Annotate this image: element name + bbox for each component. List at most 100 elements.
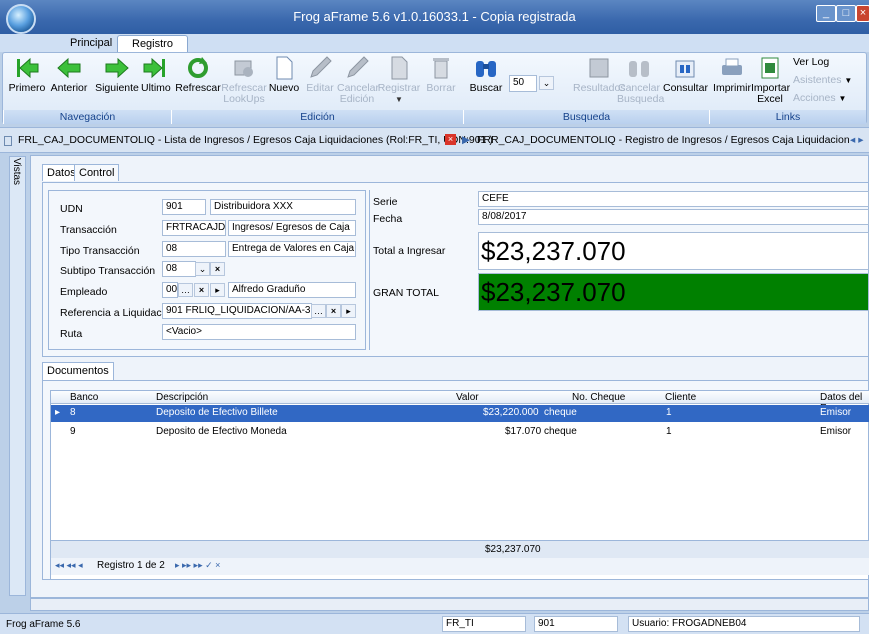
tipo-transaccion-input[interactable]: 08 xyxy=(162,241,226,257)
subtipo-transaccion-input[interactable]: 08 xyxy=(162,261,196,277)
import-excel-label: Importar Excel xyxy=(751,82,791,105)
first-arrow-icon xyxy=(17,57,39,79)
cancel-search-label: Cancelar Busqueda xyxy=(617,82,665,105)
register-label: Registrar xyxy=(377,82,421,94)
divider xyxy=(369,190,370,350)
lookup-refresh-icon xyxy=(234,60,253,77)
chevron-down-icon[interactable]: ⌄ xyxy=(539,76,554,90)
register-button[interactable]: Registrar ▼ xyxy=(377,53,421,105)
group-edicion: Edición xyxy=(171,110,463,124)
cell-valor: $17.070 xyxy=(505,426,542,437)
column-header-cliente[interactable]: Cliente xyxy=(665,392,696,403)
next-label: Siguiente xyxy=(95,82,139,94)
table-row[interactable]: ▸ 8 Deposito de Efectivo Billete $23,220… xyxy=(51,405,869,422)
trash-icon xyxy=(433,58,449,79)
serie-input[interactable]: CEFE xyxy=(478,191,869,207)
role-select[interactable]: FR_TI xyxy=(442,616,526,632)
tipo-transaccion-label: Tipo Transacción xyxy=(60,245,140,257)
vistas-panel[interactable] xyxy=(9,156,26,596)
new-button[interactable]: Nuevo xyxy=(267,53,301,94)
cell-descripcion: Deposito de Efectivo Moneda xyxy=(156,426,287,437)
assistants-menu[interactable]: Asistentes ▼ xyxy=(793,75,852,86)
clear-icon[interactable]: × xyxy=(326,304,341,318)
tab-lista-ingresos[interactable]: FRL_CAJ_DOCUMENTOLIQ - Lista de Ingresos… xyxy=(18,134,493,146)
fecha-input[interactable]: 8/08/2017 xyxy=(478,209,869,225)
udn-select[interactable]: 901 xyxy=(534,616,618,632)
nav-next-last-icon[interactable]: ▸ ▸▸ ▸▸ ✓ × xyxy=(175,560,220,571)
empleado-code-input[interactable]: 00( xyxy=(162,282,178,298)
column-header-descripcion[interactable]: Descripción xyxy=(156,392,208,403)
result-count-input[interactable]: 50 xyxy=(509,75,537,92)
total-ingresar-label: Total a Ingresar xyxy=(373,245,446,257)
printer-icon xyxy=(722,58,742,75)
ruta-label: Ruta xyxy=(60,328,83,340)
close-button[interactable]: × xyxy=(856,5,869,22)
tab-documentos[interactable]: Documentos xyxy=(42,362,114,380)
refresh-button[interactable]: Refrescar xyxy=(175,53,221,94)
edit-button[interactable]: Editar xyxy=(303,53,337,94)
delete-button[interactable]: Borrar xyxy=(423,53,459,94)
actions-menu[interactable]: Acciones ▼ xyxy=(793,93,846,104)
view-log-link[interactable]: Ver Log xyxy=(793,57,829,68)
dropdown-icon[interactable]: ⌄ xyxy=(195,262,210,276)
first-label: Primero xyxy=(8,82,46,94)
transaccion-label: Transacción xyxy=(60,224,117,236)
assistants-label: Asistentes xyxy=(793,74,842,86)
refresh-icon xyxy=(188,57,208,78)
maximize-button[interactable]: □ xyxy=(836,5,856,22)
udn-label: UDN xyxy=(60,203,83,215)
user-select[interactable]: Usuario: FROGADNEB04 xyxy=(628,616,860,632)
clear-icon[interactable]: × xyxy=(210,262,225,276)
previous-button[interactable]: Anterior xyxy=(47,53,91,94)
ellipsis-icon[interactable]: … xyxy=(178,283,193,297)
minimize-button[interactable]: _ xyxy=(816,5,836,22)
last-button[interactable]: Ultimo xyxy=(141,53,171,94)
refresh-lookups-button[interactable]: Refrescar LookUps xyxy=(221,53,267,105)
nav-first-prev-icon[interactable]: ◂◂ ◂◂ ◂ xyxy=(55,560,83,571)
next-button[interactable]: Siguiente xyxy=(91,53,143,94)
arrow-tab-icon: ▶ xyxy=(462,134,471,146)
query-button[interactable]: Consultar xyxy=(663,53,708,94)
column-header-valor[interactable]: Valor xyxy=(456,392,479,403)
horizontal-scrollbar[interactable] xyxy=(30,598,869,611)
last-label: Ultimo xyxy=(141,82,171,94)
actions-label: Acciones xyxy=(793,92,836,104)
cancel-pencil-icon xyxy=(347,56,369,78)
results-icon xyxy=(589,58,609,78)
print-button[interactable]: Imprimir xyxy=(711,53,753,94)
clear-icon[interactable]: × xyxy=(194,283,209,297)
scroll-right-icon[interactable]: ◂ ▸ xyxy=(850,134,863,146)
vistas-label: Vistas xyxy=(11,158,22,186)
column-header-cheque[interactable]: No. Cheque xyxy=(572,392,625,403)
query-binoculars-icon xyxy=(675,60,695,78)
go-arrow-icon[interactable]: ▸ xyxy=(210,283,225,297)
gran-total-value: $23,237.070 xyxy=(478,273,869,311)
transaccion-code-input[interactable]: FRTRACAJDO xyxy=(162,220,226,236)
import-excel-button[interactable]: Importar Excel xyxy=(751,53,791,105)
cancel-edit-button[interactable]: Cancelar Edición xyxy=(337,53,379,105)
binoculars-icon xyxy=(476,61,496,77)
pencil-icon xyxy=(310,56,332,78)
ruta-input[interactable]: <Vacio> xyxy=(162,324,356,340)
delete-label: Borrar xyxy=(426,82,456,94)
table-row[interactable]: 9 Deposito de Efectivo Moneda $17.070 ch… xyxy=(51,424,869,441)
tab-registro[interactable]: Registro xyxy=(117,35,188,52)
serie-label: Serie xyxy=(373,196,398,208)
first-button[interactable]: Primero xyxy=(7,53,47,94)
cell-datos: Emisor xyxy=(820,407,852,418)
go-arrow-icon[interactable]: ▸ xyxy=(341,304,356,318)
tab-registro-ingresos[interactable]: FRR_CAJ_DOCUMENTOLIQ - Registro de Ingre… xyxy=(477,134,849,146)
tipo-transaccion-name-field: Entrega de Valores en Caja xyxy=(228,241,356,257)
status-app-name: Frog aFrame 5.6 xyxy=(6,619,81,630)
close-tab-icon[interactable]: × xyxy=(445,134,456,145)
tab-principal[interactable]: Principal xyxy=(56,35,126,52)
refresh-label: Refrescar xyxy=(175,82,221,94)
tab-control[interactable]: Control xyxy=(74,164,120,181)
udn-code-input[interactable]: 901 xyxy=(162,199,206,215)
column-header-banco[interactable]: Banco xyxy=(70,392,98,403)
search-button[interactable]: Buscar xyxy=(467,53,505,94)
ellipsis-icon[interactable]: … xyxy=(311,304,326,318)
grid-icon xyxy=(4,136,12,146)
referencia-input[interactable]: 901 FRLIQ_LIQUIDACION/AA-36 xyxy=(162,303,312,319)
cancel-search-button[interactable]: Cancelar Busqueda xyxy=(617,53,665,105)
